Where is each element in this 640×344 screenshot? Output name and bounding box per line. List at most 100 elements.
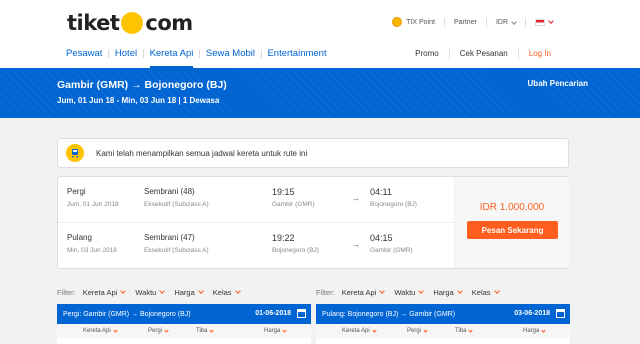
route-origin: Gambir (GMR): [57, 79, 129, 91]
flag-id-icon: [535, 18, 545, 26]
chevron-down-icon: [164, 327, 169, 333]
chevron-down-icon: [234, 288, 241, 294]
selected-trip-card: Pergi Jum, 01 Jun 2018 Sembrani (48) Eks…: [57, 176, 569, 269]
chevron-down-icon: [468, 327, 474, 333]
top-utility-bar: TIX Point Partner IDR: [392, 17, 554, 27]
main-nav: Pesawat | Hotel | Kereta Api | Sewa Mobi…: [66, 48, 327, 68]
tiket-logo[interactable]: tiket com: [67, 10, 193, 36]
chevron-down-icon: [418, 288, 425, 294]
trip-leg-return: Pulang Min, 03 Jun 2018 Sembrani (47) Ek…: [58, 223, 454, 269]
leg-date: Min, 03 Jun 2018: [67, 247, 117, 254]
filter-waktu[interactable]: Waktu: [394, 288, 425, 297]
chevron-down-icon: [197, 288, 204, 294]
calendar-icon[interactable]: [556, 309, 565, 318]
chevron-down-icon: [511, 18, 517, 25]
filter-kelas[interactable]: Kelas: [212, 288, 241, 297]
filter-item-label: Harga: [174, 288, 195, 297]
leg-arrive-time: 04:11: [370, 187, 392, 197]
logo-text-left: tiket: [67, 11, 120, 35]
leg-date: Jum, 01 Jun 2018: [67, 201, 119, 208]
site-header: tiket com TIX Point Partner IDR Pesawat …: [0, 0, 640, 68]
panel-date: 01-06-2018: [255, 310, 291, 317]
currency-label: IDR: [495, 18, 508, 26]
filter-waktu[interactable]: Waktu: [135, 288, 166, 297]
col-tiba[interactable]: Tiba: [455, 327, 474, 334]
logo-text-right: com: [145, 11, 193, 35]
filter-item-label: Kelas: [212, 288, 232, 297]
panel-column-headers: Kereta Api Pergi Tiba Harga: [57, 324, 311, 338]
col-kereta-api[interactable]: Kereta Api: [342, 327, 377, 334]
train-icon: [66, 144, 84, 162]
col-pergi[interactable]: Pergi: [407, 327, 428, 334]
chevron-down-icon: [423, 327, 428, 333]
leg-depart-station: Bojonegoro (BJ): [272, 247, 319, 254]
chevron-down-icon: [282, 327, 287, 333]
currency-selector[interactable]: IDR: [495, 18, 517, 26]
filter-bar-return: Filter: Kereta Api Waktu Harga Kelas: [316, 288, 509, 297]
nav-sewa-mobil[interactable]: Sewa Mobil: [206, 48, 255, 59]
book-now-button[interactable]: Pesan Sekarang: [467, 221, 558, 239]
leg-train: Sembrani (47): [144, 233, 195, 242]
total-price: IDR 1.000.000: [479, 202, 545, 213]
nav-kereta-api[interactable]: Kereta Api: [149, 48, 193, 68]
leg-title: Pergi: [67, 187, 86, 196]
chevron-down-icon: [120, 288, 127, 294]
filter-harga[interactable]: Harga: [174, 288, 204, 297]
search-summary-banner: Gambir (GMR) → Bojonegoro (BJ) Jum, 01 J…: [0, 68, 640, 118]
leg-train: Sembrani (48): [144, 187, 195, 196]
leg-depart-time: 19:22: [272, 233, 295, 243]
chevron-down-icon: [541, 327, 546, 333]
filter-kereta-api[interactable]: Kereta Api: [82, 288, 127, 297]
chevron-down-icon: [209, 327, 215, 333]
panel-column-headers: Kereta Api Pergi Tiba Harga: [316, 324, 570, 338]
filter-item-label: Waktu: [394, 288, 416, 297]
panel-title: Pulang: Bojonegoro (BJ) → Gambir (GMR): [322, 310, 456, 318]
col-tiba[interactable]: Tiba: [196, 327, 215, 334]
arrow-right-icon: →: [131, 79, 145, 91]
filter-harga[interactable]: Harga: [433, 288, 463, 297]
filter-item-label: Kereta Api: [82, 288, 118, 297]
chevron-down-icon: [456, 288, 463, 294]
return-results-panel: Pulang: Bojonegoro (BJ) → Gambir (GMR) 0…: [316, 304, 570, 344]
route-title: Gambir (GMR) → Bojonegoro (BJ): [57, 79, 227, 91]
leg-depart-station: Gambir (GMR): [272, 201, 315, 208]
route-destination: Bojonegoro (BJ): [144, 79, 227, 91]
language-selector[interactable]: [535, 17, 554, 26]
filter-item-label: Kereta Api: [341, 288, 377, 297]
chevron-down-icon: [379, 288, 386, 294]
col-pergi[interactable]: Pergi: [148, 327, 169, 334]
chevron-down-icon: [493, 288, 500, 294]
tix-coin-icon: [392, 17, 403, 27]
login-link[interactable]: Log In: [529, 49, 551, 59]
filter-kelas[interactable]: Kelas: [472, 288, 500, 297]
arrow-right-icon: →: [352, 240, 360, 249]
chevron-down-icon: [548, 17, 554, 24]
leg-arrive-time: 04:15: [370, 233, 393, 243]
col-harga[interactable]: Harga: [264, 327, 287, 334]
account-nav: Promo Cek Pesanan Log In: [415, 49, 551, 59]
leg-title: Pulang: [67, 233, 92, 242]
tix-point-link[interactable]: TIX Point: [406, 19, 435, 26]
panel-title: Pergi: Gambir (GMR) → Bojonegoro (BJ): [63, 310, 191, 318]
leg-class: Eksekutif (Subclass A): [144, 247, 209, 254]
leg-class: Eksekutif (Subclass A): [144, 201, 209, 208]
nav-pesawat[interactable]: Pesawat: [66, 48, 102, 59]
leg-arrive-station: Bojonegoro (BJ): [370, 201, 417, 208]
nav-hotel[interactable]: Hotel: [115, 48, 137, 59]
panel-header: Pulang: Bojonegoro (BJ) → Gambir (GMR) 0…: [316, 304, 570, 324]
promo-link[interactable]: Promo: [415, 49, 439, 59]
logo-dot-icon: [121, 12, 144, 34]
partner-link[interactable]: Partner: [454, 19, 477, 26]
col-kereta-api[interactable]: Kereta Api: [83, 327, 118, 334]
calendar-icon[interactable]: [297, 309, 306, 318]
price-box: IDR 1.000.000 Pesan Sekarang: [454, 177, 569, 268]
chevron-down-icon: [372, 327, 377, 333]
nav-entertainment[interactable]: Entertainment: [267, 48, 326, 59]
filter-label: Filter:: [57, 288, 76, 297]
depart-results-panel: Pergi: Gambir (GMR) → Bojonegoro (BJ) 01…: [57, 304, 311, 344]
change-search-link[interactable]: Ubah Pencarian: [528, 79, 588, 88]
col-harga[interactable]: Harga: [523, 327, 546, 334]
search-details: Jum, 01 Jun 18 - Min, 03 Jun 18 | 1 Dewa…: [57, 96, 220, 105]
filter-kereta-api[interactable]: Kereta Api: [341, 288, 386, 297]
cek-pesanan-link[interactable]: Cek Pesanan: [460, 49, 508, 59]
